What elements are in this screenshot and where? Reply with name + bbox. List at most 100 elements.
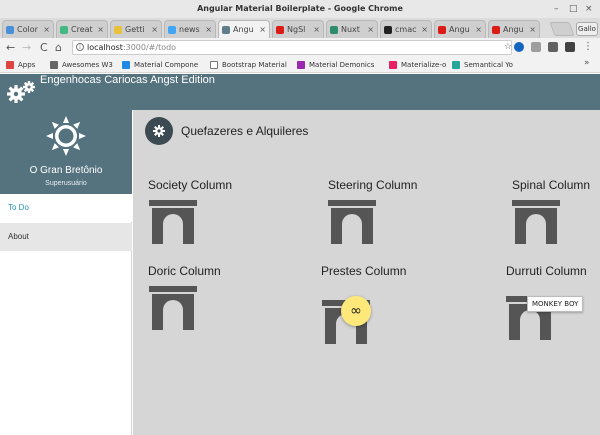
browser-tab[interactable]: NgSl ×	[272, 20, 324, 38]
extension-icon[interactable]	[565, 42, 575, 52]
tab-label: Angu	[503, 25, 524, 34]
tab-close-icon[interactable]: ×	[259, 25, 266, 34]
tab-label: Angu	[449, 25, 470, 34]
sidebar: O Gran Bretônio Superusuário To Do About	[0, 110, 132, 435]
page-title: Quefazeres e Alquileres	[181, 124, 309, 138]
bookmark-apps[interactable]: Apps	[6, 59, 35, 71]
address-bar[interactable]: i localhost:3000/#/todo ☆	[72, 40, 512, 55]
tab-favicon-icon	[438, 25, 446, 34]
column-label: Durruti Column	[506, 264, 587, 278]
bookmark-item[interactable]: Materialize-o	[389, 59, 446, 71]
column-label: Steering Column	[328, 178, 418, 192]
browser-tab[interactable]: Nuxt ×	[326, 20, 378, 38]
bookmark-label: Materialize-o	[401, 61, 447, 69]
bookmark-label: Material Compone	[134, 61, 199, 69]
bookmark-item[interactable]: Semantical Yo	[452, 59, 513, 71]
bookmark-item[interactable]: Bootstrap Material	[210, 59, 287, 71]
menu-icon[interactable]: ⋮	[583, 42, 593, 52]
browser-tab-active[interactable]: Angu ×	[218, 20, 270, 38]
reload-button[interactable]: C	[40, 40, 48, 55]
bookmark-star-icon[interactable]: ☆	[504, 41, 512, 54]
bookmark-label: Bootstrap Material	[222, 61, 287, 69]
home-button[interactable]: ⌂	[55, 40, 62, 55]
apps-grid-icon	[6, 61, 14, 69]
tab-close-icon[interactable]: ×	[421, 25, 428, 34]
bookmark-label: Apps	[18, 61, 36, 69]
close-window-button[interactable]: ×	[585, 0, 593, 18]
gears-logo-icon	[7, 81, 35, 103]
browser-tab[interactable]: Angu ×	[488, 20, 540, 38]
tab-favicon-icon	[6, 25, 14, 34]
forward-button[interactable]: →	[22, 40, 31, 55]
column-label: Spinal Column	[512, 178, 591, 192]
column-card[interactable]: Prestes Column	[321, 264, 441, 344]
browser-toolbar: ← → C ⌂ i localhost:3000/#/todo ☆	[0, 38, 600, 57]
nav-item-todo[interactable]: To Do	[0, 194, 132, 222]
semantic-icon	[452, 61, 460, 69]
tab-close-icon[interactable]: ×	[151, 25, 158, 34]
tab-close-icon[interactable]: ×	[475, 25, 482, 34]
bookmark-item[interactable]: Material Compone	[122, 59, 198, 71]
tab-close-icon[interactable]: ×	[205, 25, 212, 34]
bookmark-label: Semantical Yo	[464, 61, 513, 69]
nav-item-about[interactable]: About	[0, 223, 132, 251]
tab-close-icon[interactable]: ×	[313, 25, 320, 34]
profile-button[interactable]: Gallo	[576, 22, 598, 36]
materialize-icon	[389, 61, 397, 69]
bookmarks-bar: Apps Awesomes W3 Material Compone Bootst…	[0, 57, 600, 73]
bookmarks-overflow-icon[interactable]: »	[584, 58, 590, 68]
bookmark-item[interactable]: Awesomes W3	[50, 59, 113, 71]
extension-icon[interactable]	[531, 42, 541, 52]
tab-favicon-icon	[384, 25, 392, 34]
infinity-fab-button[interactable]: ∞	[341, 296, 371, 326]
bookmark-item[interactable]: Material Demonics	[297, 59, 374, 71]
browser-tab[interactable]: Getti ×	[110, 20, 162, 38]
tab-label: Creat	[71, 25, 93, 34]
column-card[interactable]: Spinal Column	[512, 178, 600, 244]
address-path: :3000/#/todo	[122, 43, 177, 52]
column-card[interactable]: Society Column	[148, 178, 268, 244]
tab-label: Getti	[125, 25, 145, 34]
tab-close-icon[interactable]: ×	[43, 25, 50, 34]
extension-icon[interactable]	[548, 42, 558, 52]
tab-favicon-icon	[222, 25, 230, 34]
column-card[interactable]: Durruti Column	[506, 264, 600, 340]
tab-close-icon[interactable]: ×	[97, 25, 104, 34]
column-card[interactable]: Doric Column	[148, 264, 268, 330]
new-tab-button[interactable]	[549, 22, 575, 36]
tab-label: NgSl	[287, 25, 306, 34]
tab-label: Nuxt	[341, 25, 360, 34]
info-icon[interactable]: i	[76, 43, 84, 51]
tab-label: Color	[17, 25, 38, 34]
bookmark-label: Material Demonics	[309, 61, 375, 69]
tab-close-icon[interactable]: ×	[367, 25, 374, 34]
extension-icon[interactable]	[514, 42, 524, 52]
page-icon	[210, 61, 218, 69]
maximize-button[interactable]: □	[569, 0, 578, 18]
browser-tab[interactable]: Angu ×	[434, 20, 486, 38]
browser-tab[interactable]: Color ×	[2, 20, 54, 38]
arch-icon	[149, 286, 197, 330]
sun-avatar-icon	[46, 116, 86, 156]
app-title: Engenhocas Cariocas Angst Edition	[40, 74, 215, 86]
address-host: localhost	[87, 43, 123, 52]
material-icon	[297, 61, 305, 69]
arch-icon	[328, 200, 376, 244]
tab-favicon-icon	[276, 25, 284, 34]
window-title: Angular Material Boilerplate - Google Ch…	[197, 4, 403, 13]
browser-tab[interactable]: Creat ×	[56, 20, 108, 38]
tab-favicon-icon	[60, 25, 68, 34]
window-titlebar: Angular Material Boilerplate - Google Ch…	[0, 0, 600, 18]
bookmark-label: Awesomes W3	[62, 61, 113, 69]
back-button[interactable]: ←	[6, 40, 15, 55]
tab-label: Angu	[233, 25, 254, 34]
browser-tab[interactable]: news ×	[164, 20, 216, 38]
material-icon	[122, 61, 130, 69]
column-card[interactable]: Steering Column	[328, 178, 448, 244]
page-icon	[50, 61, 58, 69]
tab-close-icon[interactable]: ×	[529, 25, 536, 34]
browser-tab[interactable]: cmac ×	[380, 20, 432, 38]
minimize-button[interactable]: –	[554, 0, 559, 18]
tab-favicon-icon	[330, 25, 338, 34]
tab-favicon-icon	[492, 25, 500, 34]
